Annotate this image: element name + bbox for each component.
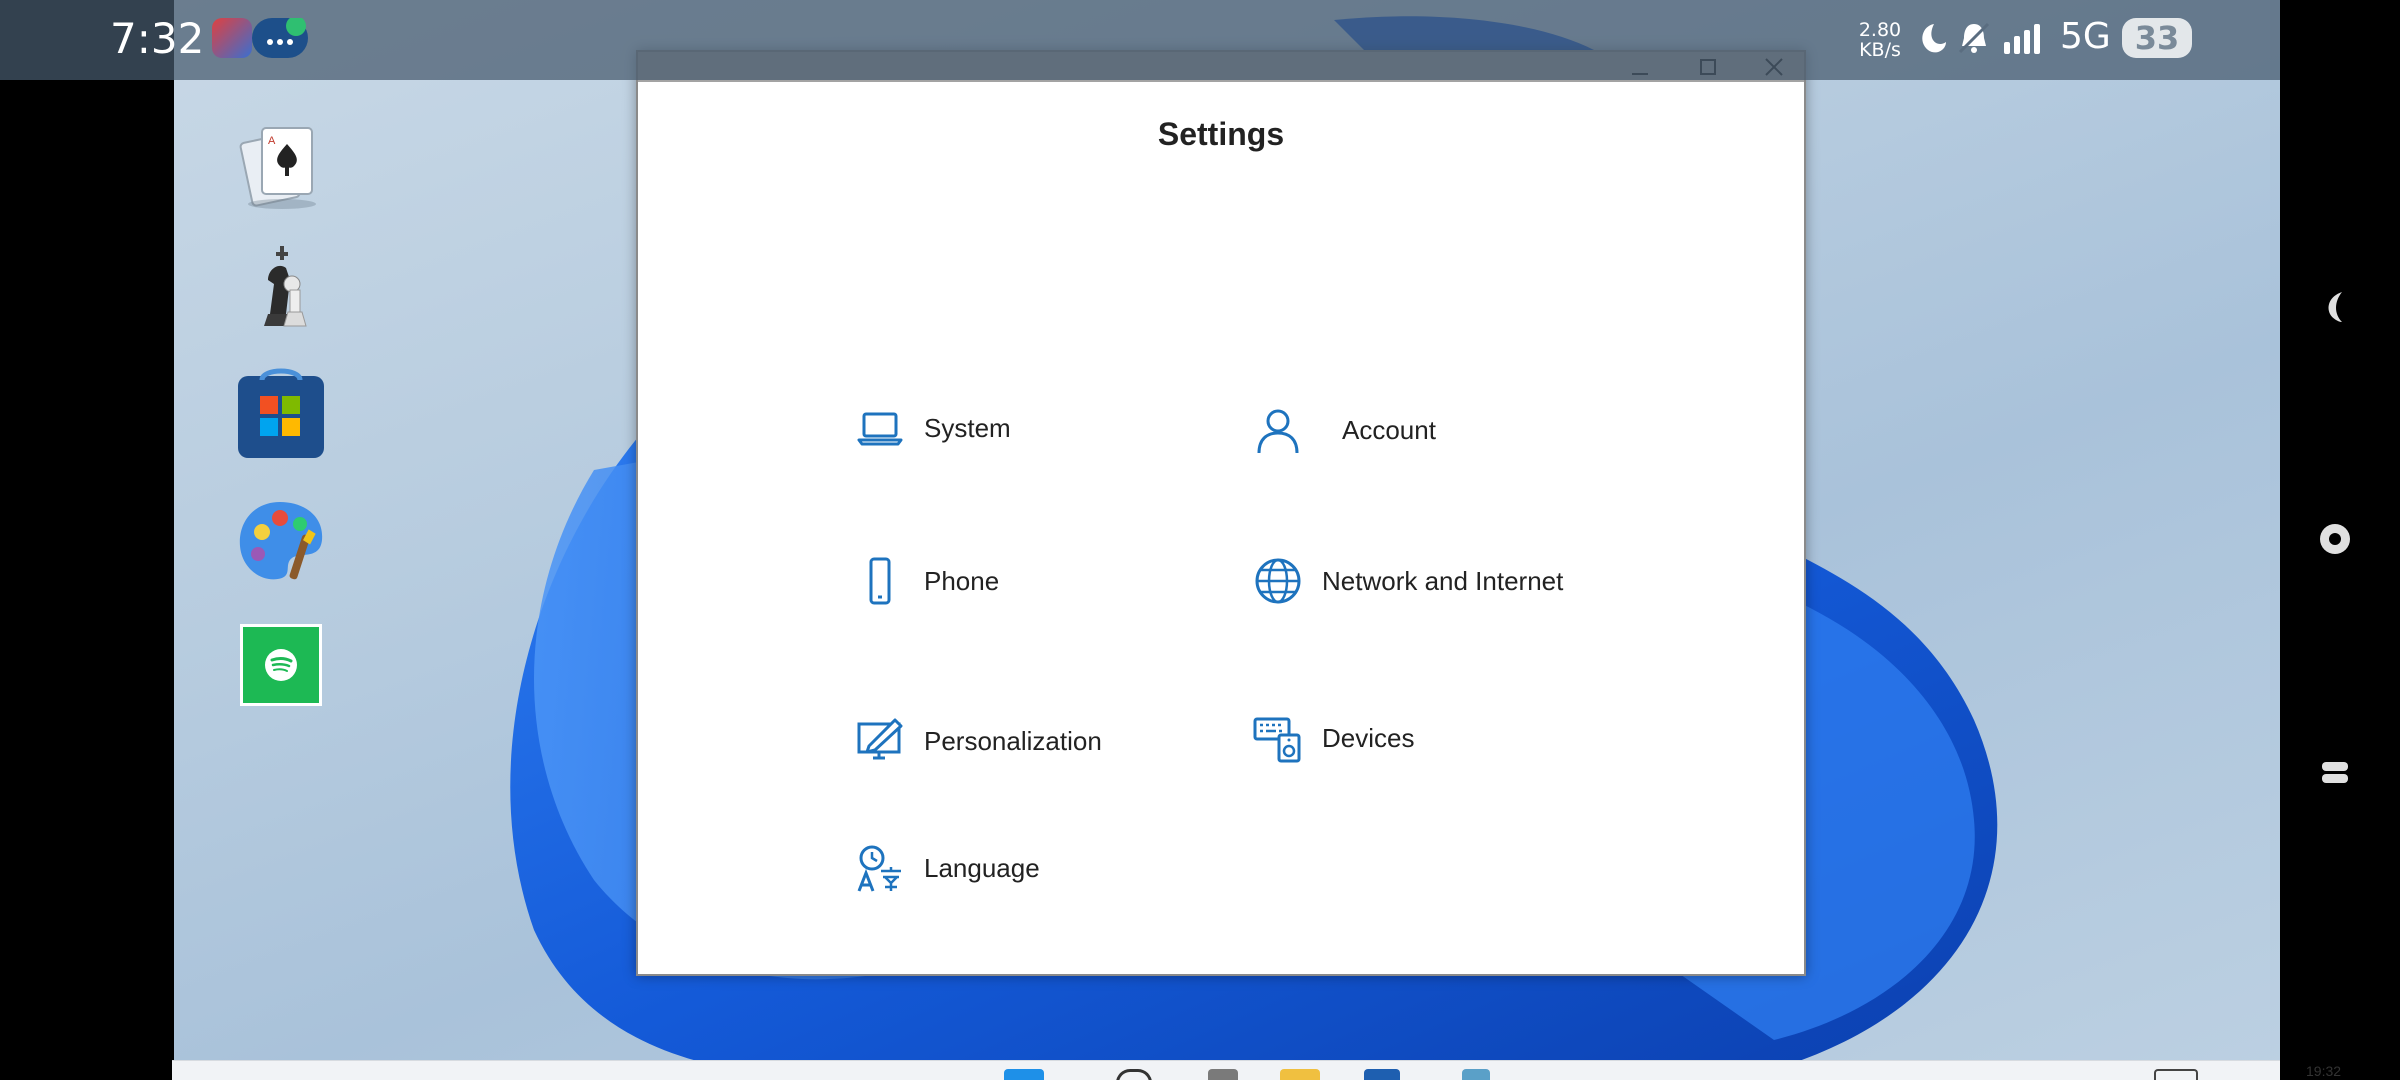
microsoft-store-icon[interactable] [234, 366, 330, 462]
network-speed: 2.80 KB/s [1852, 20, 1908, 60]
settings-item-language[interactable]: Language [854, 840, 1040, 896]
svg-text:A: A [268, 135, 276, 147]
screen: A Settings System Account Phone Network … [0, 0, 2400, 1080]
pen-monitor-icon [854, 715, 906, 767]
back-icon[interactable] [2312, 284, 2358, 330]
settings-item-phone[interactable]: Phone [854, 553, 999, 609]
devices-icon [1252, 712, 1304, 764]
app-icon[interactable] [1462, 1069, 1490, 1080]
status-time: 7:32 [110, 14, 205, 63]
search-icon[interactable] [1116, 1069, 1152, 1080]
network-speed-unit: KB/s [1859, 39, 1901, 61]
settings-item-system[interactable]: System [854, 400, 1011, 456]
settings-item-label: Network and Internet [1322, 565, 1564, 596]
person-icon [1252, 404, 1304, 456]
solitaire-icon[interactable]: A [234, 116, 330, 212]
file-explorer-icon[interactable] [1280, 1069, 1320, 1080]
settings-item-account[interactable]: Account [1252, 402, 1436, 458]
settings-item-network[interactable]: Network and Internet [1252, 553, 1563, 609]
network-speed-value: 2.80 [1858, 19, 1902, 41]
settings-item-label: Devices [1322, 722, 1415, 753]
settings-item-label: System [924, 412, 1011, 443]
battery-indicator: 33 [2122, 18, 2192, 58]
network-type: 5G [2060, 16, 2111, 57]
settings-window: Settings System Account Phone Network an… [636, 50, 1806, 976]
settings-item-label: Account [1342, 414, 1436, 445]
app-notification-icon [212, 18, 252, 58]
settings-item-devices[interactable]: Devices [1252, 710, 1414, 766]
taskbar-clock: 19:32 [2306, 1063, 2342, 1079]
taskbar: 19:32 [172, 1060, 2341, 1080]
chess-icon[interactable] [1208, 1069, 1238, 1080]
edge-icon [252, 16, 308, 58]
signal-icon [2002, 20, 2048, 61]
paint-icon[interactable] [234, 494, 330, 590]
settings-item-personalization[interactable]: Personalization [854, 713, 1102, 769]
moon-icon [1912, 20, 1948, 61]
phone-status-bar: 7:32 2.80 KB/s 5G 33 [0, 0, 2280, 80]
recents-icon[interactable] [2312, 750, 2358, 796]
settings-item-label: Personalization [924, 725, 1102, 756]
store-icon[interactable] [1364, 1069, 1400, 1080]
laptop-icon [854, 402, 906, 454]
page-title: Settings [1157, 116, 1285, 152]
settings-item-label: Language [924, 852, 1040, 883]
start-icon[interactable] [1004, 1069, 1044, 1080]
language-icon [854, 842, 906, 894]
mute-bell-icon [1956, 20, 1992, 61]
chess-icon[interactable] [234, 240, 330, 336]
settings-item-label: Phone [924, 565, 1000, 596]
spotify-icon[interactable] [234, 620, 330, 716]
globe-icon [1252, 555, 1304, 607]
system-tray-icon[interactable] [2154, 1069, 2198, 1080]
home-icon[interactable] [2312, 516, 2358, 562]
phone-icon [854, 555, 906, 607]
